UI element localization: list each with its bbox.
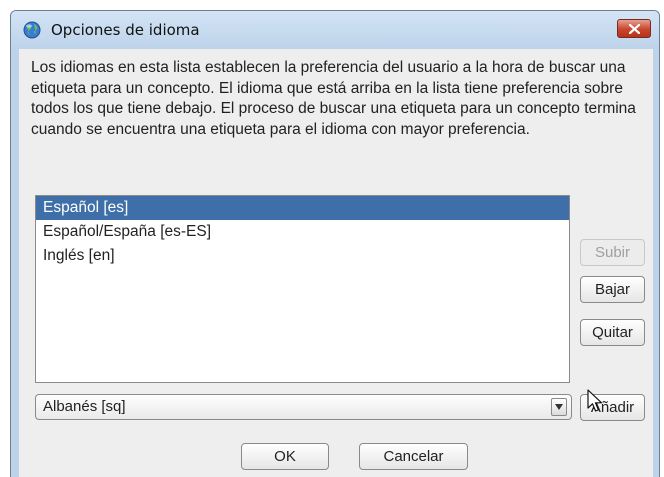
close-icon <box>629 24 640 34</box>
window-title: Opciones de idioma <box>51 21 200 39</box>
cancel-button[interactable]: Cancelar <box>359 443 468 470</box>
language-select[interactable]: Albanés [sq] <box>35 394 572 420</box>
list-item[interactable]: Español [es] <box>36 196 569 220</box>
language-options-dialog: Opciones de idioma Los idiomas en esta l… <box>10 10 660 477</box>
mouse-cursor-icon <box>587 389 603 412</box>
list-item[interactable]: Español/España [es-ES] <box>36 220 569 244</box>
dialog-content: Los idiomas en esta lista establecen la … <box>19 49 653 477</box>
description-text: Los idiomas en esta lista establecen la … <box>31 59 636 138</box>
move-down-button[interactable]: Bajar <box>580 276 645 303</box>
move-up-button[interactable]: Subir <box>580 239 645 266</box>
ok-button[interactable]: OK <box>241 443 329 470</box>
globe-icon <box>23 21 41 39</box>
title-bar[interactable]: Opciones de idioma <box>11 11 659 49</box>
language-select-value: Albanés [sq] <box>43 398 126 415</box>
chevron-down-icon <box>555 404 563 410</box>
remove-button[interactable]: Quitar <box>580 319 645 346</box>
list-item[interactable]: Inglés [en] <box>36 244 569 268</box>
dropdown-button[interactable] <box>551 398 567 416</box>
language-preference-list[interactable]: Español [es] Español/España [es-ES] Ingl… <box>35 195 570 383</box>
close-button[interactable] <box>617 19 651 38</box>
